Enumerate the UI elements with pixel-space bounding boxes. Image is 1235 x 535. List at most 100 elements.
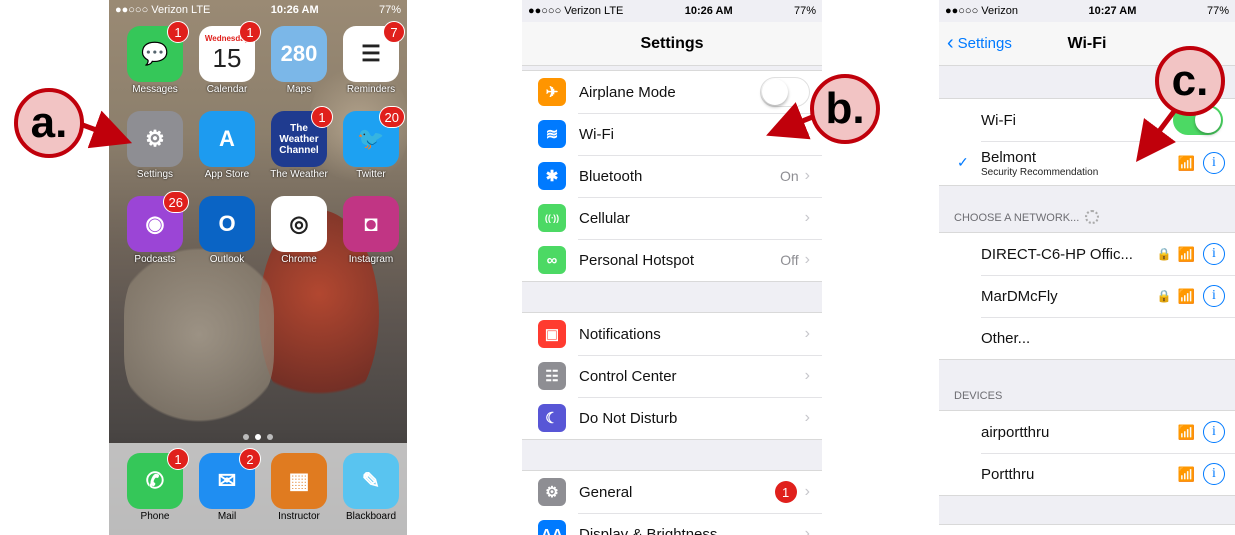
carrier-label: ●●○○○ Verizon LTE bbox=[115, 4, 211, 16]
notification-badge: 1 bbox=[167, 21, 189, 43]
settings-row-label: Personal Hotspot bbox=[579, 251, 695, 269]
app-label: Twitter bbox=[356, 169, 386, 180]
airplane-mode-toggle[interactable] bbox=[760, 77, 810, 107]
settings-icon: ⚙ bbox=[127, 111, 183, 167]
connected-network-name: Belmont bbox=[981, 148, 1037, 166]
device-name: airportthru bbox=[981, 423, 1050, 441]
calendar-date: 15 bbox=[212, 43, 242, 73]
network-row-mardmcfly[interactable]: MarDMcFly 🔒 📶 i bbox=[939, 275, 1235, 317]
battery-label: 77% bbox=[793, 5, 816, 17]
settings-group-general: ⚙ General 1 › AA Display & Brightness › bbox=[522, 470, 822, 535]
wifi-label: Wi-Fi bbox=[981, 111, 1016, 129]
device-list: airportthru 📶 i Portthru 📶 i bbox=[939, 410, 1235, 496]
settings-row-do-not-disturb[interactable]: ☾ Do Not Disturb › bbox=[522, 397, 822, 439]
app-instagram[interactable]: ◘ Instagram bbox=[335, 196, 407, 265]
info-icon[interactable]: i bbox=[1203, 243, 1225, 265]
app-label: Blackboard bbox=[345, 511, 397, 522]
settings-group-notifications: ▣ Notifications › ☷ Control Center › ☾ Do Not D… bbox=[522, 312, 822, 440]
carrier-label: ●●○○○ Verizon LTE bbox=[528, 5, 624, 17]
network-row-other[interactable]: Other... bbox=[939, 317, 1235, 359]
battery-label: 77% bbox=[378, 4, 401, 16]
app-reminders[interactable]: ☰ 7 Reminders bbox=[335, 21, 407, 95]
chevron-right-icon: › bbox=[804, 525, 810, 535]
outlook-icon: O bbox=[199, 196, 255, 252]
settings-row-personal-hotspot[interactable]: ∞ Personal Hotspot Off › bbox=[522, 239, 822, 281]
callout-b: b. bbox=[810, 74, 880, 144]
chevron-right-icon: › bbox=[804, 409, 810, 426]
app-instructor[interactable]: ▦ Instructor bbox=[263, 453, 335, 535]
chrome-icon: ◎ bbox=[271, 196, 327, 252]
device-row-portthru[interactable]: Portthru 📶 i bbox=[939, 453, 1235, 495]
settings-row-label: Wi-Fi bbox=[579, 125, 614, 143]
settings-row-label: General bbox=[579, 483, 633, 501]
info-icon[interactable]: i bbox=[1203, 285, 1225, 307]
chevron-right-icon: › bbox=[804, 125, 810, 142]
chevron-right-icon: › bbox=[804, 251, 810, 268]
app-mail[interactable]: ✉ 2 Mail bbox=[191, 448, 263, 535]
app-label: Calendar bbox=[206, 84, 248, 95]
app-label: Settings bbox=[136, 169, 174, 180]
battery-label: 77% bbox=[1206, 5, 1229, 17]
settings-row-label: Notifications bbox=[579, 325, 661, 343]
app-label: Maps bbox=[286, 84, 312, 95]
info-icon[interactable]: i bbox=[1203, 421, 1225, 443]
app-label: Reminders bbox=[346, 84, 396, 95]
settings-row-wi-fi[interactable]: ≋ Wi-Fi › bbox=[522, 113, 822, 155]
settings-group-partial bbox=[939, 524, 1235, 535]
info-icon[interactable]: i bbox=[1203, 463, 1225, 485]
app-podcasts[interactable]: ◉ 26 Podcasts bbox=[119, 191, 191, 265]
maps-icon: 280 bbox=[271, 26, 327, 82]
settings-row-cellular[interactable]: ((ᐧ)) Cellular › bbox=[522, 197, 822, 239]
settings-row-notifications[interactable]: ▣ Notifications › bbox=[522, 313, 822, 355]
app-the-weather[interactable]: The Weather Channel 1 The Weather bbox=[263, 106, 335, 180]
settings-row-general[interactable]: ⚙ General 1 › bbox=[522, 471, 822, 513]
page-dots bbox=[109, 434, 407, 440]
callout-a: a. bbox=[14, 88, 84, 158]
app-label: Chrome bbox=[281, 254, 317, 265]
app-label: Outlook bbox=[209, 254, 245, 265]
wifi-signal-icon: 📶 bbox=[1177, 154, 1195, 171]
notification-badge: 1 bbox=[311, 106, 333, 128]
gear-icon: ⚙ bbox=[538, 478, 566, 506]
checkmark-icon: ✓ bbox=[957, 154, 969, 170]
device-row-airportthru[interactable]: airportthru 📶 i bbox=[939, 411, 1235, 453]
app-maps[interactable]: 280 Maps bbox=[263, 26, 335, 95]
dock: ✆ 1 Phone ✉ 2 Mail ▦ Instructor ✎ Blackboard bbox=[109, 443, 407, 535]
clock: 10:26 AM bbox=[270, 4, 319, 16]
app-settings[interactable]: ⚙ Settings bbox=[119, 111, 191, 180]
notification-badge: 1 bbox=[167, 448, 189, 470]
settings-row-airplane-mode[interactable]: ✈ Airplane Mode bbox=[522, 71, 822, 113]
app-grid: 💬 1 Messages Wednesday 15 1 Calendar 280 Maps ☰ 7 R… bbox=[119, 21, 407, 265]
app-phone[interactable]: ✆ 1 Phone bbox=[119, 448, 191, 535]
info-icon[interactable]: i bbox=[1203, 152, 1225, 174]
settings-row-value: On bbox=[779, 168, 799, 184]
app-twitter[interactable]: 🐦 20 Twitter bbox=[335, 106, 407, 180]
page-title: Settings bbox=[522, 22, 822, 66]
settings-row-label: Bluetooth bbox=[579, 167, 643, 185]
app-label: Instagram bbox=[348, 254, 394, 265]
settings-row-control-center[interactable]: ☷ Control Center › bbox=[522, 355, 822, 397]
moon-icon: ☾ bbox=[538, 404, 566, 432]
cellular-icon: ((ᐧ)) bbox=[538, 204, 566, 232]
connected-network-row[interactable]: ✓ Belmont Security Recommendation 📶 i bbox=[939, 141, 1235, 185]
app-chrome[interactable]: ◎ Chrome bbox=[263, 196, 335, 265]
hotspot-icon: ∞ bbox=[538, 246, 566, 274]
app-label: App Store bbox=[204, 169, 250, 180]
network-list: DIRECT-C6-HP Offic... 🔒 📶 i MarDMcFly 🔒 📶 i Othe… bbox=[939, 232, 1235, 360]
app-blackboard[interactable]: ✎ Blackboard bbox=[335, 453, 407, 535]
settings-row-display-brightness[interactable]: AA Display & Brightness › bbox=[522, 513, 822, 535]
app-messages[interactable]: 💬 1 Messages bbox=[119, 21, 191, 95]
airplane-icon: ✈ bbox=[538, 78, 566, 106]
settings-row-bluetooth[interactable]: ✱ Bluetooth On › bbox=[522, 155, 822, 197]
network-row-direct-c6-hp-offic[interactable]: DIRECT-C6-HP Offic... 🔒 📶 i bbox=[939, 233, 1235, 275]
app-outlook[interactable]: O Outlook bbox=[191, 196, 263, 265]
carrier-label: ●●○○○ Verizon bbox=[945, 5, 1018, 17]
security-recommendation-label: Security Recommendation bbox=[981, 166, 1099, 178]
app-app-store[interactable]: A App Store bbox=[191, 111, 263, 180]
chevron-right-icon: › bbox=[804, 209, 810, 226]
control-center-icon: ☷ bbox=[538, 362, 566, 390]
status-bar: ●●○○○ Verizon 10:27 AM 77% bbox=[939, 0, 1235, 22]
notification-badge: 20 bbox=[378, 106, 405, 128]
app-calendar[interactable]: Wednesday 15 1 Calendar bbox=[191, 21, 263, 95]
instructor-icon: ▦ bbox=[271, 453, 327, 509]
